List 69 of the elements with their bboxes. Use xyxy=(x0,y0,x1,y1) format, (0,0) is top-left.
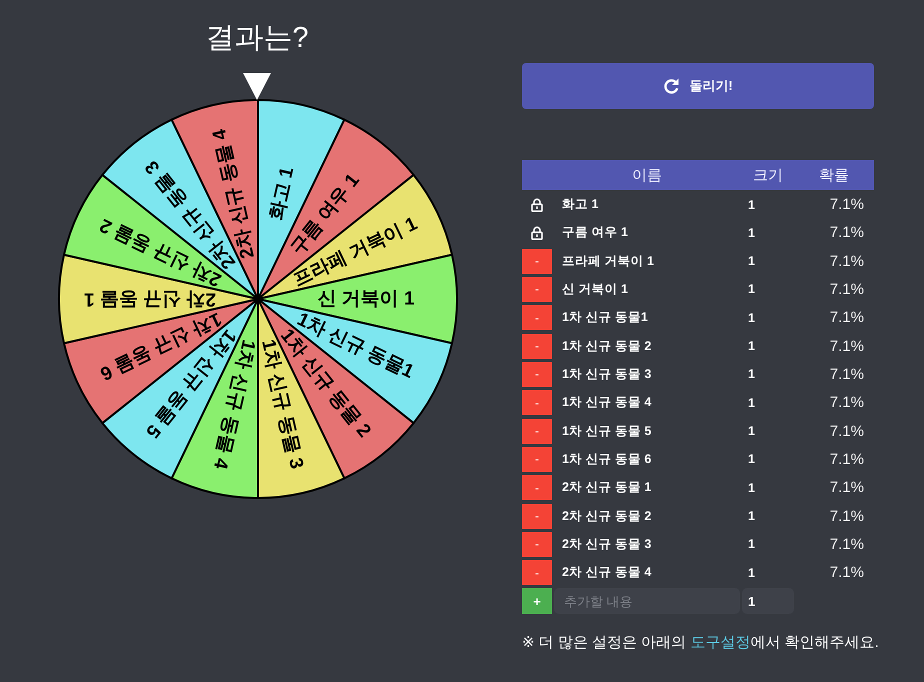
column-header: 이름 xyxy=(631,166,663,184)
probability-cell-text: 7.1% xyxy=(830,394,865,412)
size-cell-text: 1 xyxy=(747,339,755,354)
remove-button[interactable]: - xyxy=(522,560,552,586)
size-cell-text: 1 xyxy=(747,452,755,466)
settings-note: ※ 더 많은 설정은 아래의 도구설정에서 확인해주세요. xyxy=(522,633,879,654)
wheel-label: 신 거북이 1 xyxy=(317,288,415,310)
remove-button[interactable]: - xyxy=(522,504,552,529)
pointer-icon xyxy=(243,73,271,100)
size-cell-text: 1 xyxy=(747,509,755,524)
name-cell-text: 프라페 거북이 1 xyxy=(561,252,654,270)
size-cell-text: 1 xyxy=(747,367,755,382)
name-cell-text: 화고 1 xyxy=(561,196,598,213)
size-cell-text: 1 xyxy=(747,254,755,268)
probability-cell-text: 7.1% xyxy=(830,309,865,326)
wheel-label: 화고 1 xyxy=(266,165,298,222)
size-cell-text: 1 xyxy=(747,282,755,296)
name-cell-text: 1차 신규 동물 3 xyxy=(561,366,652,383)
name-cell-text: 1차 신규 동물 2 xyxy=(561,338,652,355)
name-cell-text: 2차 신규 동물 4 xyxy=(561,564,652,582)
probability-cell-text: 7.1% xyxy=(830,366,865,383)
probability-cell-text: 7.1% xyxy=(830,450,865,468)
size-cell-text: 1 xyxy=(747,310,755,325)
name-cell-text: 2차 신규 동물 3 xyxy=(561,536,652,553)
size-cell-text: 1 xyxy=(747,396,755,410)
size-cell-text: 1 xyxy=(747,537,755,552)
result-title: 결과는? xyxy=(205,21,309,56)
name-cell-text: 1차 신규 동물1 xyxy=(561,309,648,326)
name-cell-text: 2차 신규 동물 1 xyxy=(561,479,652,496)
remove-button[interactable]: - xyxy=(522,362,552,387)
probability-cell-text: 7.1% xyxy=(830,536,865,553)
name-cell-text: 구름 여우 1 xyxy=(561,224,628,242)
name-cell-text: 2차 신규 동물 2 xyxy=(561,508,652,525)
refresh-icon xyxy=(663,78,680,94)
size-cell-text: 1 xyxy=(747,566,755,580)
name-cell-text: 1차 신규 동물 5 xyxy=(561,422,652,440)
size-cell-text: 1 xyxy=(747,480,755,495)
name-cell-text: 1차 신규 동물 4 xyxy=(561,394,652,412)
name-cell-text: 1차 신규 동물 6 xyxy=(561,450,652,468)
remove-button[interactable]: - xyxy=(522,334,552,359)
size-cell-text: 1 xyxy=(747,226,755,240)
remove-button[interactable]: - xyxy=(522,532,552,557)
column-header: 크기 xyxy=(752,166,784,184)
remove-button[interactable]: - xyxy=(522,390,552,416)
remove-button[interactable]: - xyxy=(522,276,552,302)
probability-cell-text: 7.1% xyxy=(830,280,865,298)
tool-settings-link[interactable]: 도구설정 xyxy=(690,634,750,652)
remove-button[interactable]: - xyxy=(522,446,552,472)
remove-button[interactable]: - xyxy=(522,475,552,500)
size-cell-text: 1 xyxy=(747,424,755,438)
size-input[interactable]: 1 xyxy=(742,588,794,614)
remove-button[interactable]: - xyxy=(522,248,552,274)
probability-cell-text: 7.1% xyxy=(830,564,865,582)
probability-cell-text: 7.1% xyxy=(830,479,865,496)
probability-cell-text: 7.1% xyxy=(830,252,865,270)
probability-cell-text: 7.1% xyxy=(830,338,865,355)
wheel-label: 2차 신규 동물 1 xyxy=(84,288,216,310)
remove-button[interactable]: - xyxy=(522,305,552,330)
add-button[interactable]: + xyxy=(522,588,552,614)
probability-cell-text: 7.1% xyxy=(830,196,865,213)
column-header: 확률 xyxy=(818,166,850,184)
size-cell-text: 1 xyxy=(747,198,755,212)
name-cell-text: 신 거북이 1 xyxy=(561,280,628,298)
probability-cell-text: 7.1% xyxy=(830,224,865,242)
probability-cell-text: 7.1% xyxy=(830,508,865,525)
remove-button[interactable]: - xyxy=(522,418,552,444)
spin-button[interactable]: 돌리기! xyxy=(522,63,874,109)
probability-cell-text: 7.1% xyxy=(830,422,865,440)
item-input[interactable]: 추가할 내용 xyxy=(554,588,740,614)
